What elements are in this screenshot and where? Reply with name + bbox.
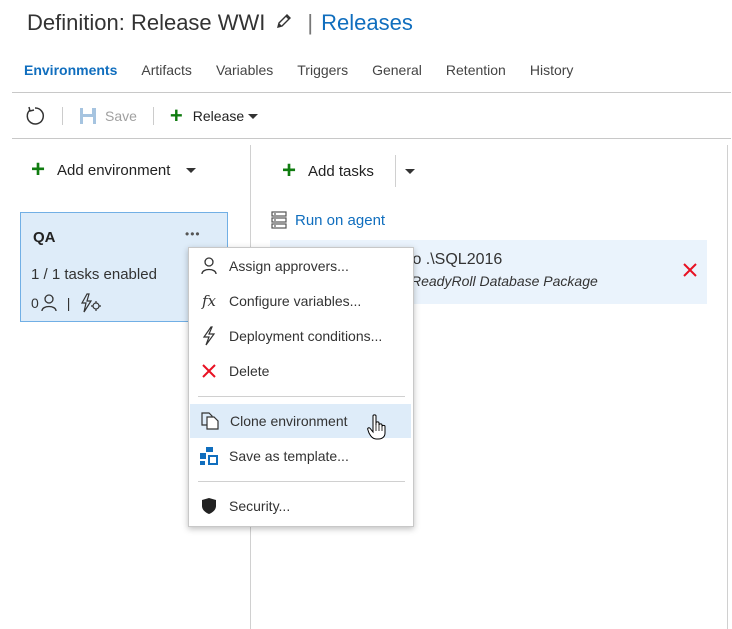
run-on-agent-label: Run on agent bbox=[295, 211, 386, 229]
plus-icon: + bbox=[282, 157, 297, 184]
lightning-icon bbox=[198, 326, 220, 346]
menu-item-assign-approvers[interactable]: Assign approvers... bbox=[189, 249, 413, 283]
tab-retention[interactable]: Retention bbox=[446, 62, 506, 78]
deployment-conditions-icon[interactable] bbox=[80, 293, 102, 313]
menu-item-label: Clone environment bbox=[230, 413, 348, 429]
person-icon[interactable] bbox=[41, 294, 57, 312]
menu-item-label: Deployment conditions... bbox=[229, 328, 383, 344]
menu-item-label: Delete bbox=[229, 363, 270, 379]
run-on-agent-phase[interactable]: Run on agent bbox=[271, 211, 385, 229]
page-header: Definition: Release WWI | Releases bbox=[27, 10, 413, 36]
tab-variables[interactable]: Variables bbox=[216, 62, 273, 78]
menu-divider bbox=[198, 396, 405, 397]
chevron-down-icon bbox=[248, 113, 259, 119]
toolbar-divider bbox=[152, 107, 154, 125]
menu-item-delete[interactable]: Delete bbox=[189, 354, 413, 388]
footer-separator: | bbox=[66, 295, 71, 311]
shield-icon bbox=[198, 497, 220, 515]
save-button[interactable]: Save bbox=[79, 107, 137, 125]
tab-general[interactable]: General bbox=[372, 62, 422, 78]
edit-pencil-icon[interactable] bbox=[275, 10, 293, 36]
toolbar-divider bbox=[62, 107, 63, 125]
save-label: Save bbox=[105, 108, 137, 124]
title-separator: | bbox=[307, 10, 314, 35]
add-tasks-button[interactable]: + Add tasks bbox=[282, 157, 374, 184]
delete-x-icon bbox=[198, 364, 220, 378]
approvers-count: 0 bbox=[31, 295, 39, 311]
menu-item-label: Security... bbox=[229, 498, 291, 514]
release-label: Release bbox=[192, 108, 245, 124]
menu-item-label: Configure variables... bbox=[229, 293, 362, 309]
toolbar-divider-line bbox=[12, 138, 731, 139]
clone-icon bbox=[199, 412, 221, 430]
server-icon bbox=[271, 211, 287, 229]
definition-tabs: Environments Artifacts Variables Trigger… bbox=[24, 62, 597, 78]
hand-cursor-icon bbox=[367, 414, 387, 445]
menu-item-security[interactable]: Security... bbox=[189, 489, 413, 523]
add-tasks-divider bbox=[395, 155, 396, 187]
tab-environments[interactable]: Environments bbox=[24, 62, 117, 78]
add-environment-button[interactable]: + Add environment bbox=[31, 156, 197, 183]
chevron-down-icon[interactable] bbox=[405, 169, 415, 174]
chevron-down-icon[interactable] bbox=[186, 167, 197, 173]
menu-item-label: Assign approvers... bbox=[229, 258, 349, 274]
plus-icon: + bbox=[31, 156, 46, 183]
add-tasks-label: Add tasks bbox=[308, 162, 374, 180]
environment-name: QA bbox=[33, 229, 56, 246]
task-title: to .\SQL2016 bbox=[408, 251, 503, 268]
tabs-divider bbox=[12, 92, 731, 93]
tasks-enabled-text: 1 / 1 tasks enabled bbox=[31, 266, 157, 283]
fx-icon: fx bbox=[201, 292, 216, 310]
more-options-icon[interactable]: ••• bbox=[185, 227, 201, 241]
template-icon bbox=[198, 446, 220, 466]
task-subtitle: ReadyRoll Database Package bbox=[411, 273, 598, 289]
save-icon bbox=[79, 107, 97, 125]
remove-task-icon[interactable] bbox=[682, 262, 698, 283]
tab-artifacts[interactable]: Artifacts bbox=[141, 62, 192, 78]
menu-item-label: Save as template... bbox=[229, 448, 349, 464]
person-icon bbox=[198, 257, 220, 275]
menu-item-configure-variables[interactable]: fx Configure variables... bbox=[189, 284, 413, 318]
menu-divider bbox=[198, 481, 405, 482]
toolbar: Save + Release bbox=[24, 103, 259, 128]
tab-history[interactable]: History bbox=[530, 62, 574, 78]
menu-item-deployment-conditions[interactable]: Deployment conditions... bbox=[189, 319, 413, 353]
releases-link[interactable]: Releases bbox=[321, 10, 413, 36]
right-border bbox=[727, 145, 728, 629]
environment-context-menu: Assign approvers... fx Configure variabl… bbox=[188, 247, 414, 527]
page-title: Definition: Release WWI bbox=[27, 10, 266, 35]
add-environment-label: Add environment bbox=[57, 161, 171, 179]
refresh-icon[interactable] bbox=[24, 105, 46, 127]
environment-footer: 0 | bbox=[31, 293, 102, 313]
release-button[interactable]: + Release bbox=[169, 103, 259, 128]
plus-icon: + bbox=[169, 103, 183, 128]
tab-triggers[interactable]: Triggers bbox=[297, 62, 348, 78]
